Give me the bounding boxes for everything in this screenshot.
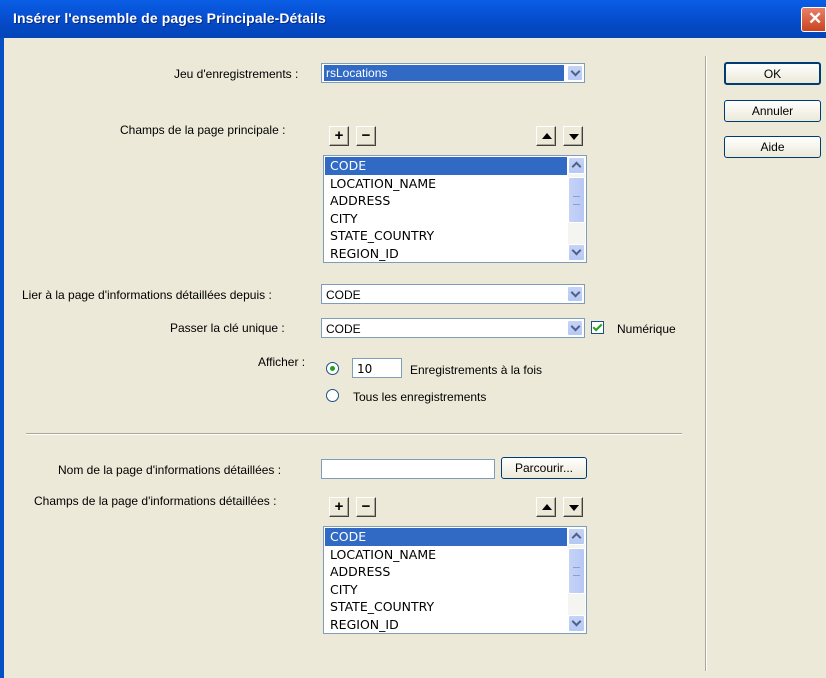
link-detail-select[interactable]: CODE (321, 284, 585, 304)
chevron-down-icon[interactable] (567, 320, 583, 336)
numeric-label: Numérique (617, 322, 676, 336)
move-down-master-button[interactable] (563, 126, 583, 146)
scroll-down-icon[interactable] (568, 615, 585, 632)
scroll-up-icon[interactable] (568, 528, 585, 545)
records-count-input[interactable]: 10 (352, 358, 402, 378)
unique-key-label: Passer la clé unique : (170, 321, 285, 335)
chevron-down-icon[interactable] (567, 286, 583, 302)
all-records-radio[interactable] (326, 389, 339, 402)
link-detail-label: Lier à la page d'informations détaillées… (22, 288, 272, 302)
master-fields-list[interactable]: CODE LOCATION_NAME ADDRESS CITY STATE_CO… (323, 155, 587, 263)
recordset-label: Jeu d'enregistrements : (174, 67, 299, 81)
close-button[interactable]: ✕ (801, 7, 826, 32)
numeric-checkbox[interactable] (591, 321, 604, 334)
list-item[interactable]: LOCATION_NAME (325, 546, 567, 564)
ok-button-label: OK (763, 67, 782, 81)
move-up-detail-button[interactable] (536, 497, 556, 517)
add-master-field-button[interactable]: + (329, 126, 349, 146)
list-item[interactable]: CODE (325, 157, 567, 175)
minus-icon: − (361, 127, 371, 144)
detail-page-name-input[interactable] (321, 459, 495, 479)
move-up-master-button[interactable] (536, 126, 556, 146)
remove-detail-field-button[interactable]: − (356, 497, 376, 517)
plus-icon: + (334, 498, 344, 515)
vertical-separator (705, 56, 707, 671)
detail-fields-label: Champs de la page d'informations détaill… (34, 494, 277, 508)
list-item[interactable]: CITY (325, 210, 567, 228)
browse-button-label: Parcourir... (514, 461, 574, 475)
detail-fields-list[interactable]: CODE LOCATION_NAME ADDRESS CITY STATE_CO… (323, 526, 587, 634)
list-item[interactable]: STATE_COUNTRY (325, 227, 567, 245)
list-item[interactable]: REGION_ID (325, 245, 567, 263)
unique-key-select[interactable]: CODE (321, 318, 585, 338)
records-at-once-label: Enregistrements à la fois (410, 363, 543, 377)
unique-key-value: CODE (326, 322, 361, 336)
vertical-scrollbar[interactable] (568, 157, 585, 261)
link-detail-value: CODE (326, 288, 361, 302)
scroll-thumb[interactable] (568, 548, 585, 594)
list-item[interactable]: ADDRESS (325, 563, 567, 581)
all-records-label: Tous les enregistrements (353, 390, 487, 404)
chevron-down-icon[interactable] (567, 65, 583, 81)
show-label: Afficher : (258, 355, 306, 369)
vertical-scrollbar[interactable] (568, 528, 585, 632)
master-fields-label: Champs de la page principale : (120, 123, 286, 137)
detail-page-name-label: Nom de la page d'informations détaillées… (58, 463, 282, 477)
add-detail-field-button[interactable]: + (329, 497, 349, 517)
arrow-up-icon (542, 133, 552, 139)
arrow-up-icon (542, 504, 552, 510)
scroll-thumb[interactable] (568, 177, 585, 223)
scroll-down-icon[interactable] (568, 244, 585, 261)
records-at-once-radio[interactable] (326, 362, 339, 375)
close-icon: ✕ (808, 9, 823, 28)
list-item[interactable]: CITY (325, 581, 567, 599)
minus-icon: − (361, 498, 371, 515)
help-button-label: Aide (760, 140, 785, 154)
arrow-down-icon (569, 505, 579, 511)
list-item[interactable]: LOCATION_NAME (325, 175, 567, 193)
recordset-value: rsLocations (324, 65, 564, 81)
cancel-button[interactable]: Annuler (724, 100, 821, 122)
window-title: Insérer l'ensemble de pages Principale-D… (13, 10, 326, 26)
records-count-value: 10 (357, 362, 373, 376)
move-down-detail-button[interactable] (563, 497, 583, 517)
help-button[interactable]: Aide (724, 136, 821, 158)
browse-button[interactable]: Parcourir... (501, 457, 587, 479)
scroll-up-icon[interactable] (568, 157, 585, 174)
recordset-select[interactable]: rsLocations (321, 63, 585, 83)
ok-button[interactable]: OK (724, 62, 821, 85)
remove-master-field-button[interactable]: − (356, 126, 376, 146)
list-item[interactable]: CODE (325, 528, 567, 546)
list-item[interactable]: STATE_COUNTRY (325, 598, 567, 616)
horizontal-separator (26, 433, 682, 435)
title-bar: Insérer l'ensemble de pages Principale-D… (0, 0, 826, 38)
list-item[interactable]: ADDRESS (325, 192, 567, 210)
cancel-button-label: Annuler (751, 104, 794, 118)
window-frame (0, 38, 4, 678)
list-item[interactable]: REGION_ID (325, 616, 567, 634)
arrow-down-icon (569, 134, 579, 140)
plus-icon: + (334, 127, 344, 144)
